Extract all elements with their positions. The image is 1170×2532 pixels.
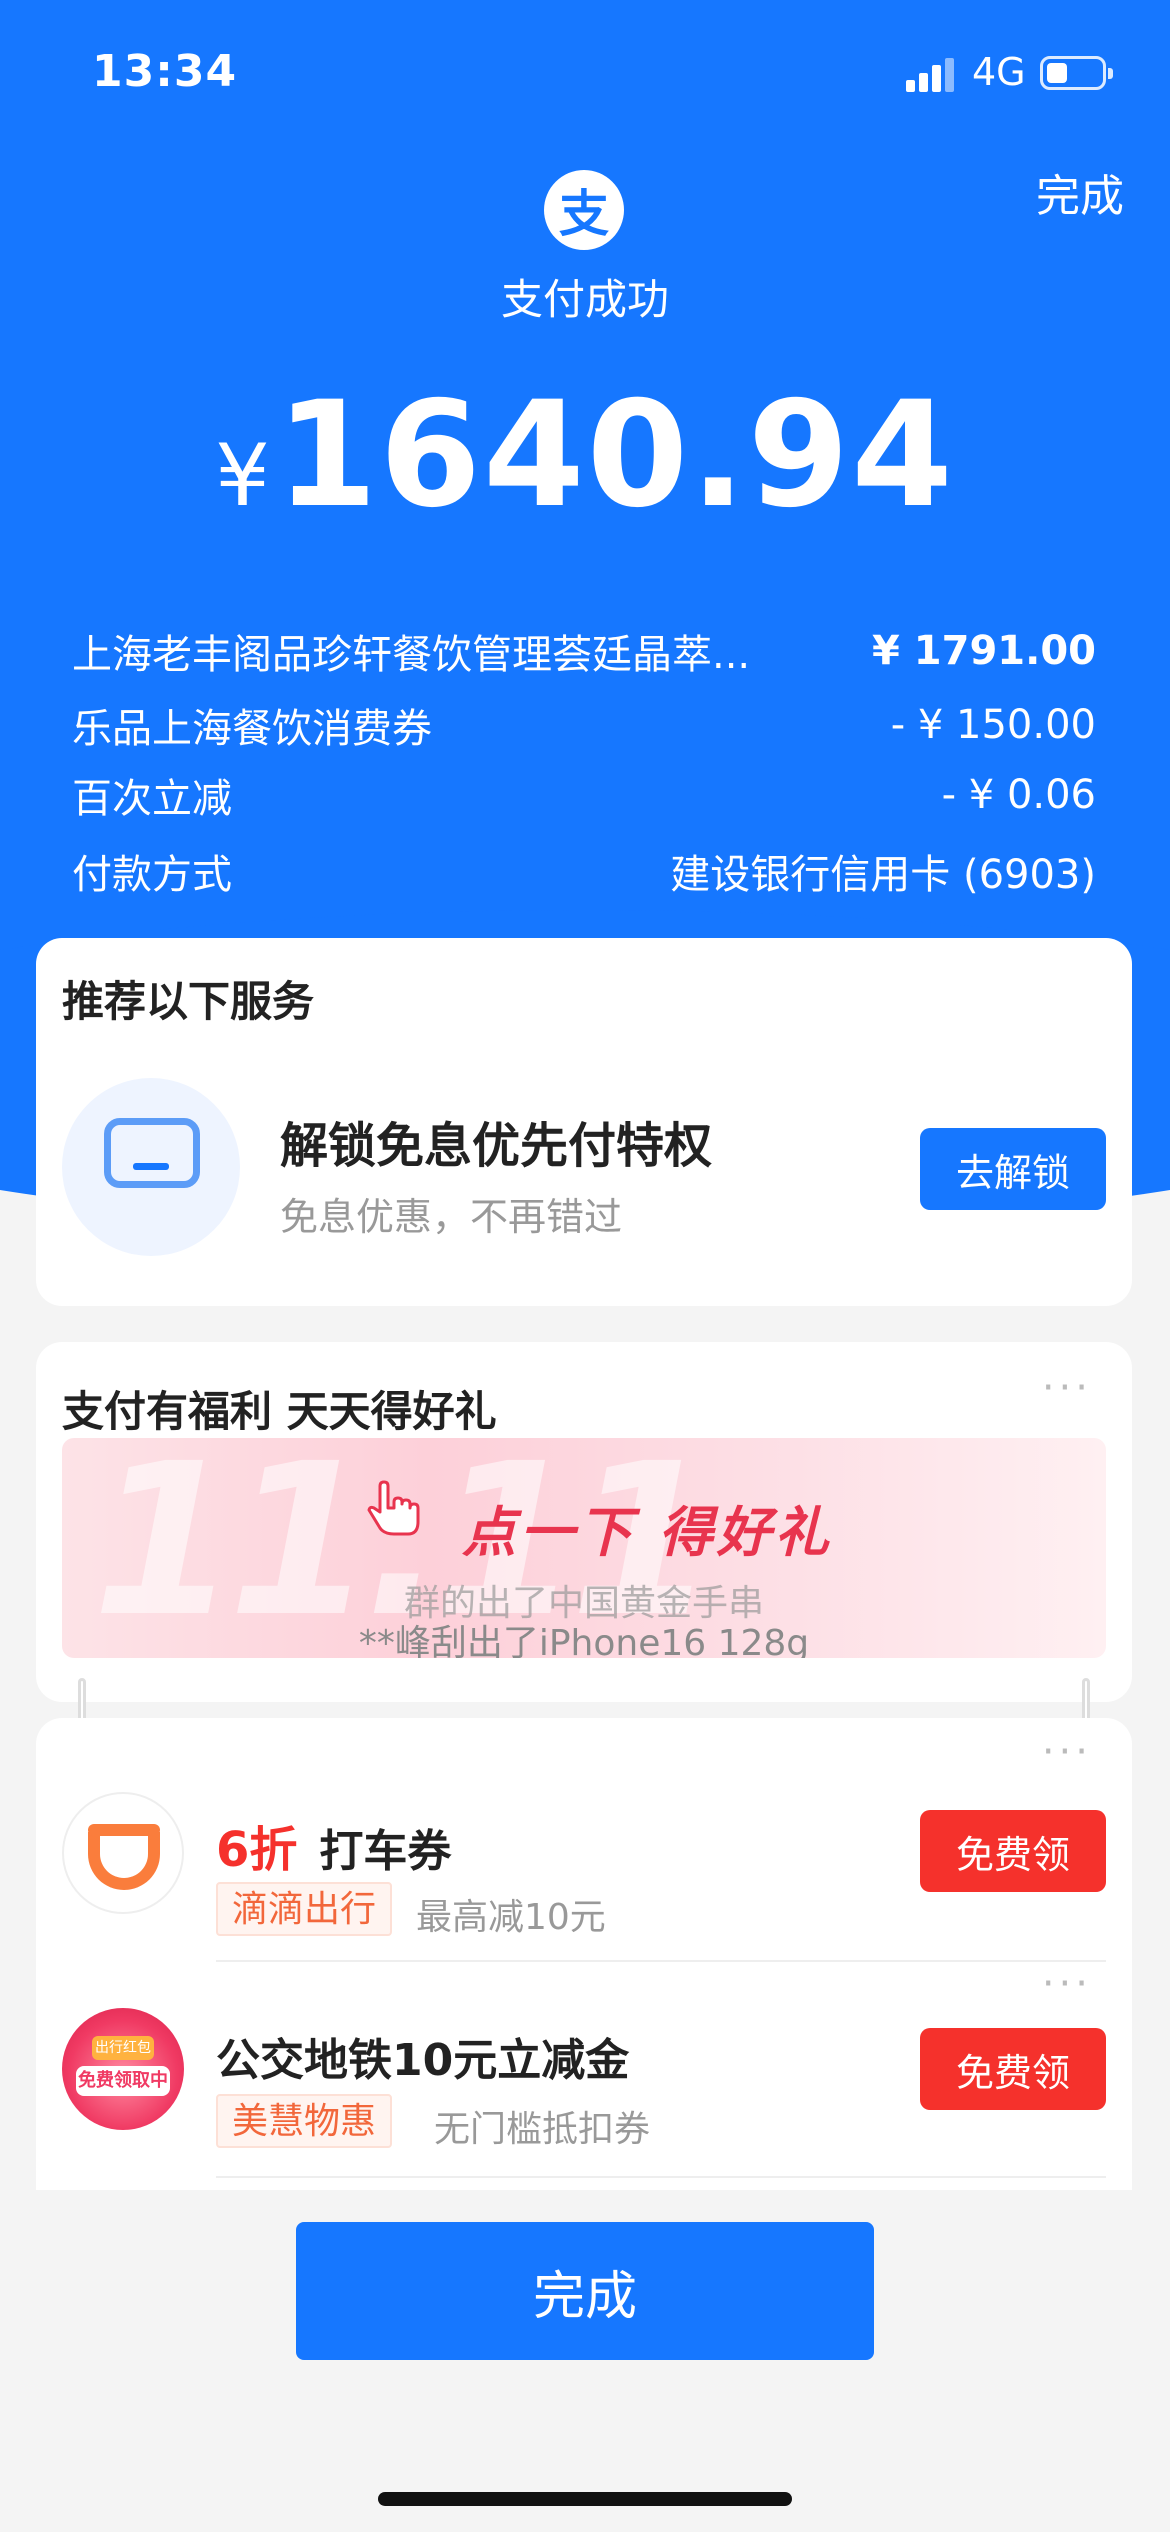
payment-amount: ¥1640.94 [0, 370, 1170, 540]
more-icon[interactable]: ··· [1042, 1964, 1092, 2004]
unlock-button[interactable]: 去解锁 [920, 1128, 1106, 1210]
offers-card: ··· 6折 打车券 滴滴出行 最高减10元 免费领 ··· 出行红包 免费领取中… [36, 1718, 1132, 2238]
status-bar: 13:34 4G [0, 0, 1170, 150]
detail-value: - ¥ 0.06 [941, 772, 1096, 818]
detail-value: - ¥ 150.00 [890, 702, 1096, 748]
logo-badge: 出行红包 [92, 2036, 154, 2060]
detail-row-discount: 百次立减 - ¥ 0.06 [72, 766, 1096, 824]
banner-text: 点一下 得好礼 [462, 1501, 833, 1564]
service-avatar [62, 1078, 240, 1256]
detail-label: 付款方式 [72, 852, 232, 898]
detail-label: 上海老丰阁品珍轩餐饮管理荟廷晶萃... [72, 632, 751, 678]
currency-symbol: ¥ [215, 426, 270, 526]
detail-row-payment-method: 付款方式 建设银行信用卡 (6903) [72, 842, 1096, 900]
offer-tag: 滴滴出行 [216, 1882, 393, 1936]
detail-label: 乐品上海餐饮消费券 [72, 706, 432, 752]
offer-subtitle: 无门槛抵扣券 [434, 2109, 651, 2150]
ticker-line: **峰刮出了iPhone16 128g [358, 1623, 810, 1658]
network-type: 4G [972, 50, 1026, 94]
claim-button[interactable]: 免费领 [920, 2028, 1106, 2110]
detail-label: 百次立减 [72, 776, 232, 822]
service-title: 解锁免息优先付特权 [280, 1118, 713, 1174]
amount-value: 1640.94 [275, 370, 955, 540]
battery-icon [1040, 56, 1113, 90]
more-icon[interactable]: ··· [1042, 1368, 1092, 1408]
alipay-logo-icon: 支 [544, 170, 624, 250]
more-icon[interactable]: ··· [1042, 1732, 1092, 1772]
discount-label: 6折 [216, 1822, 298, 1878]
footer: 完成 [0, 2190, 1170, 2532]
offer-title: 公交地铁10元立减金 [216, 2035, 630, 2086]
detail-value: 建设银行信用卡 (6903) [670, 852, 1096, 898]
detail-row-coupon: 乐品上海餐饮消费券 - ¥ 150.00 [72, 696, 1096, 754]
offer-tag: 美慧物惠 [216, 2094, 393, 2148]
divider [216, 2176, 1106, 2178]
service-subtitle: 免息优惠，不再错过 [280, 1195, 623, 1239]
didi-logo-icon [62, 1792, 184, 1914]
offer-title: 6折 打车券 [216, 1810, 451, 1880]
home-indicator [378, 2492, 792, 2506]
welfare-card: 支付有福利 天天得好礼 ··· 11.11 点一下 得好礼 群的出了中国黄金手串… [36, 1342, 1132, 1702]
metro-voucher-logo-icon: 出行红包 免费领取中 [62, 2008, 184, 2130]
status-time: 13:34 [92, 46, 238, 97]
logo-badge: 免费领取中 [76, 2066, 170, 2096]
divider [216, 1960, 1106, 1962]
signal-icon [906, 56, 956, 92]
payment-success-title: 支付成功 [500, 275, 669, 324]
welfare-banner[interactable]: 11.11 点一下 得好礼 群的出了中国黄金手串 **峰刮出了iPhone16 … [62, 1438, 1106, 1658]
pointing-hand-icon [367, 1480, 420, 1536]
claim-button[interactable]: 免费领 [920, 1810, 1106, 1892]
recommend-card: 推荐以下服务 解锁免息优先付特权 免息优惠，不再错过 去解锁 [36, 938, 1132, 1306]
detail-value: ¥ 1791.00 [872, 628, 1096, 674]
header-done-button[interactable]: 完成 [1036, 160, 1124, 224]
credit-card-icon [104, 1118, 200, 1188]
offer-subtitle: 最高减10元 [416, 1897, 606, 1938]
done-button[interactable]: 完成 [296, 2222, 874, 2360]
welfare-title: 支付有福利 天天得好礼 [62, 1387, 497, 1436]
detail-row-merchant: 上海老丰阁品珍轩餐饮管理荟廷晶萃... ¥ 1791.00 [72, 622, 1096, 680]
recommend-title: 推荐以下服务 [62, 977, 315, 1026]
offer-title-text: 打车券 [319, 1826, 452, 1877]
